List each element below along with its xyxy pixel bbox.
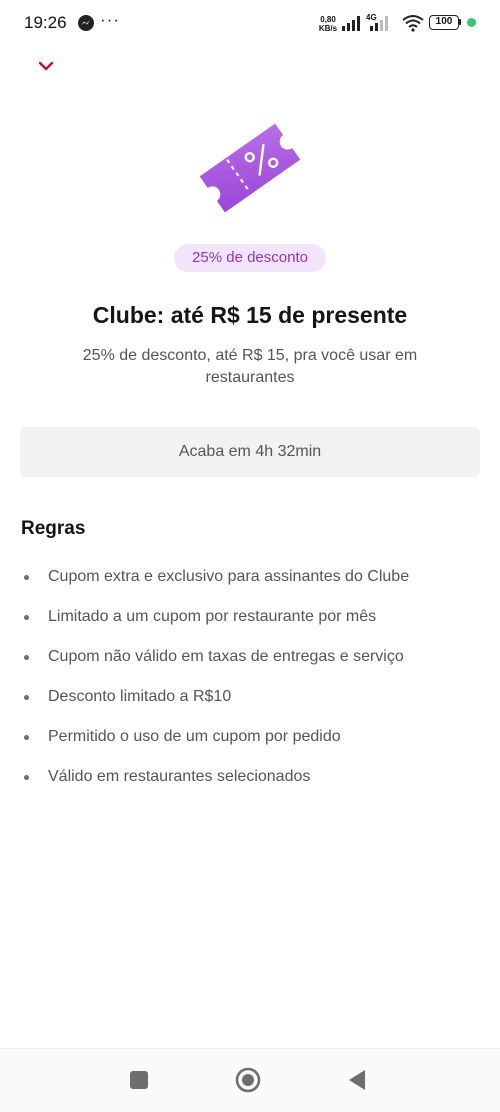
network-speed-unit: KB/s (318, 24, 338, 33)
rule-text: Limitado a um cupom por restaurante por … (48, 608, 377, 625)
page-title: Clube: até R$ 15 de presente (92, 302, 408, 328)
bullet-icon (24, 734, 29, 740)
page-subtitle: 25% de desconto, até R$ 15, pra você usa… (82, 347, 418, 386)
discount-badge: 25% de desconto (174, 244, 326, 272)
expiration-timer: Acaba em 4h 32min (20, 427, 480, 477)
system-nav-bar (0, 1048, 500, 1112)
bullet-icon (24, 574, 29, 580)
rules-list: Cupom extra e exclusivo para assinantes … (20, 557, 480, 797)
wifi-icon (402, 15, 424, 32)
square-recent-apps-icon[interactable] (130, 1071, 148, 1089)
status-bar: 19:26 ··· 0,80 KB/s 4G 100 (0, 0, 500, 46)
battery-icon: 100 (429, 15, 459, 30)
battery-level: 100 (435, 16, 453, 27)
chevron-down-icon[interactable] (34, 56, 58, 76)
rule-text: Permitido o uso de um cupom por pedido (48, 728, 341, 745)
rule-text: Cupom extra e exclusivo para assinantes … (48, 568, 410, 585)
rule-item: Válido em restaurantes selecionados (20, 757, 480, 797)
coupon-ticket-percent-icon (199, 123, 301, 213)
messenger-icon (78, 15, 94, 31)
battery-tip (459, 19, 461, 25)
rule-item: Desconto limitado a R$10 (20, 677, 480, 717)
triangle-back-icon[interactable] (346, 1068, 368, 1092)
overflow-dots-icon: ··· (100, 10, 120, 29)
bullet-icon (24, 654, 29, 660)
bullet-icon (24, 694, 29, 700)
rule-item: Permitido o uso de um cupom por pedido (20, 717, 480, 757)
signal-strength-icon (342, 16, 360, 31)
rule-text: Válido em restaurantes selecionados (48, 768, 311, 785)
rule-text: Cupom não válido em taxas de entregas e … (48, 648, 404, 665)
bullet-icon (24, 614, 29, 620)
rule-item: Cupom extra e exclusivo para assinantes … (20, 557, 480, 597)
rule-item: Cupom não válido em taxas de entregas e … (20, 637, 480, 677)
rule-text: Desconto limitado a R$10 (48, 688, 232, 705)
bullet-icon (24, 774, 29, 780)
circle-home-icon[interactable] (235, 1067, 261, 1093)
network-speed-value: 0,80 (320, 15, 336, 24)
rules-title: Regras (21, 518, 86, 539)
status-time: 19:26 (24, 13, 67, 32)
signal-strength-4g-icon (370, 16, 388, 31)
network-speed: 0,80 KB/s (316, 15, 340, 33)
privacy-indicator-dot (467, 18, 476, 27)
rule-item: Limitado a um cupom por restaurante por … (20, 597, 480, 637)
